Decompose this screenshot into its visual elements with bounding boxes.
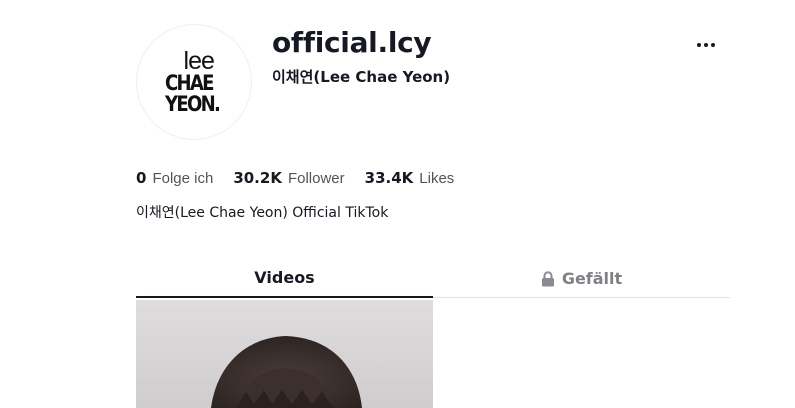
- stat-likes-count: 33.4K: [364, 169, 414, 187]
- stat-followers-count: 30.2K: [233, 169, 282, 187]
- logo-line-lee: lee: [183, 46, 215, 75]
- profile-page: lee CHAE YEON. official.lcy 이채연(Lee Chae…: [0, 0, 795, 408]
- tab-videos-label: Videos: [254, 267, 315, 287]
- video-thumbnail-image: [136, 300, 433, 408]
- stat-following-count: 0: [136, 169, 147, 187]
- avatar-logo: lee CHAE YEON.: [164, 46, 228, 116]
- stat-likes-label: Likes: [419, 170, 455, 187]
- video-thumbnail[interactable]: [136, 300, 433, 408]
- stat-following[interactable]: 0 Folge ich: [136, 169, 213, 187]
- stat-likes: 33.4K Likes: [365, 169, 455, 187]
- more-dot: [697, 43, 701, 47]
- profile-nickname: 이채연(Lee Chae Yeon): [272, 68, 451, 86]
- stat-followers[interactable]: 30.2K Follower: [233, 169, 344, 187]
- profile-username: official.lcy: [272, 26, 432, 59]
- avatar[interactable]: lee CHAE YEON.: [136, 24, 252, 140]
- profile-stats: 0 Folge ich 30.2K Follower 33.4K Likes: [136, 169, 474, 187]
- logo-line-yeon: YEON.: [164, 91, 221, 116]
- lock-icon: [541, 270, 554, 286]
- tab-liked-label: Gefällt: [561, 268, 623, 288]
- tab-liked[interactable]: Gefällt: [433, 258, 730, 298]
- more-options-icon[interactable]: [690, 34, 722, 56]
- stat-following-label: Folge ich: [152, 170, 214, 187]
- profile-bio: 이채연(Lee Chae Yeon) Official TikTok: [136, 205, 389, 221]
- tab-videos[interactable]: Videos: [136, 258, 433, 298]
- more-dot: [704, 43, 708, 47]
- profile-tabs: Videos Gefällt: [136, 258, 730, 298]
- stat-followers-label: Follower: [287, 170, 345, 187]
- logo-line-chae: CHAE: [164, 70, 215, 95]
- more-dot: [711, 43, 715, 47]
